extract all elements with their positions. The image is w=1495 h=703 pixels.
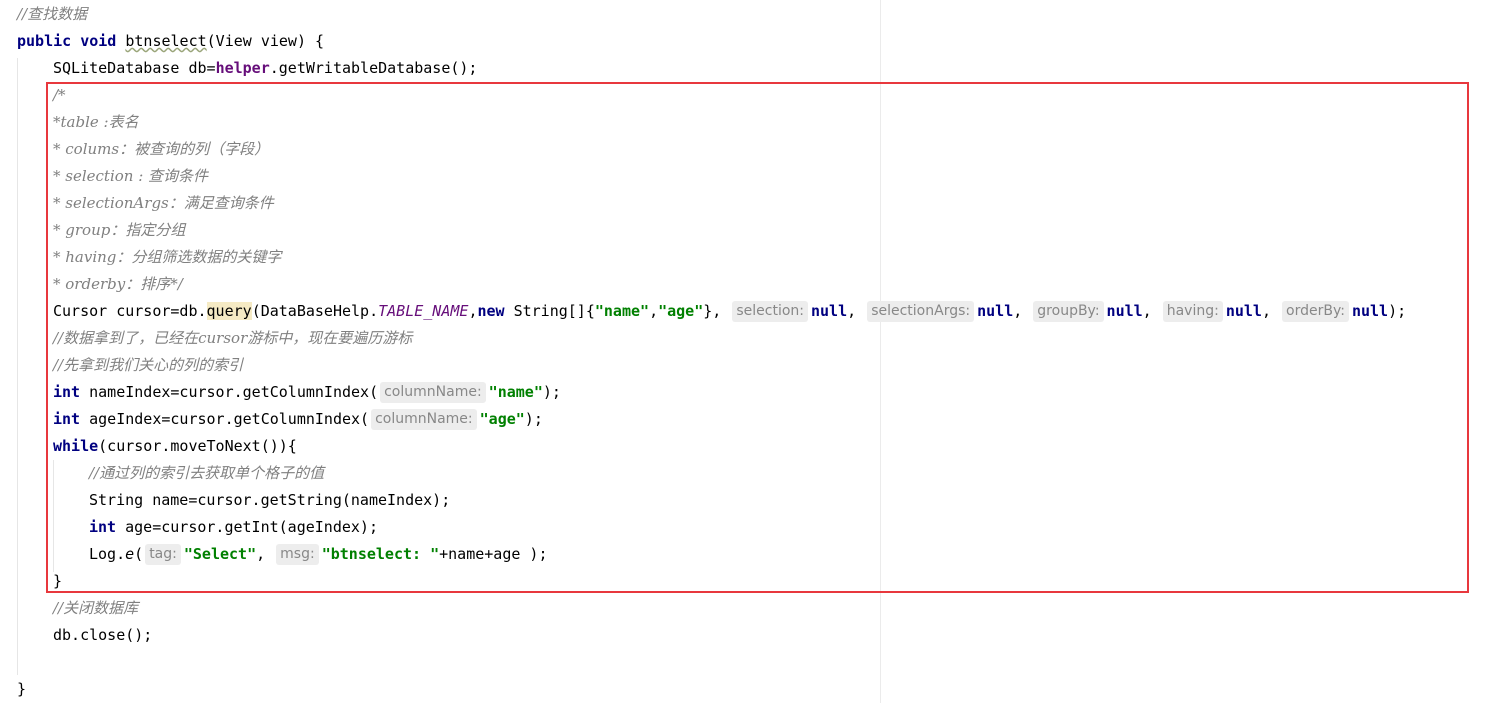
indent-guide-method <box>17 58 18 675</box>
code-token: (View view) { <box>206 32 325 50</box>
keyword-token: void <box>80 32 117 50</box>
warning-underlined-token: btnselect <box>125 32 207 50</box>
comment-token: //关闭数据库 <box>53 599 139 617</box>
code-line[interactable]: public void btnselect(View view) { <box>17 28 324 55</box>
keyword-token: public <box>17 32 72 50</box>
code-editor[interactable]: //查找数据 public void btnselect(View view) {… <box>0 0 1495 703</box>
code-token: db.close(); <box>53 626 153 644</box>
comment-token: //查找数据 <box>17 5 88 23</box>
code-line[interactable]: } <box>17 676 26 703</box>
code-token: SQLiteDatabase db= <box>53 59 216 77</box>
code-line[interactable]: //关闭数据库 <box>53 595 138 622</box>
code-token: } <box>17 680 27 698</box>
field-token: helper <box>215 59 270 77</box>
highlight-annotation-box <box>46 82 1469 593</box>
code-line[interactable]: db.close(); <box>53 622 152 649</box>
code-line[interactable]: SQLiteDatabase db=helper.getWritableData… <box>53 55 477 82</box>
code-token: .getWritableDatabase(); <box>269 59 478 77</box>
code-line[interactable]: //查找数据 <box>17 1 87 28</box>
